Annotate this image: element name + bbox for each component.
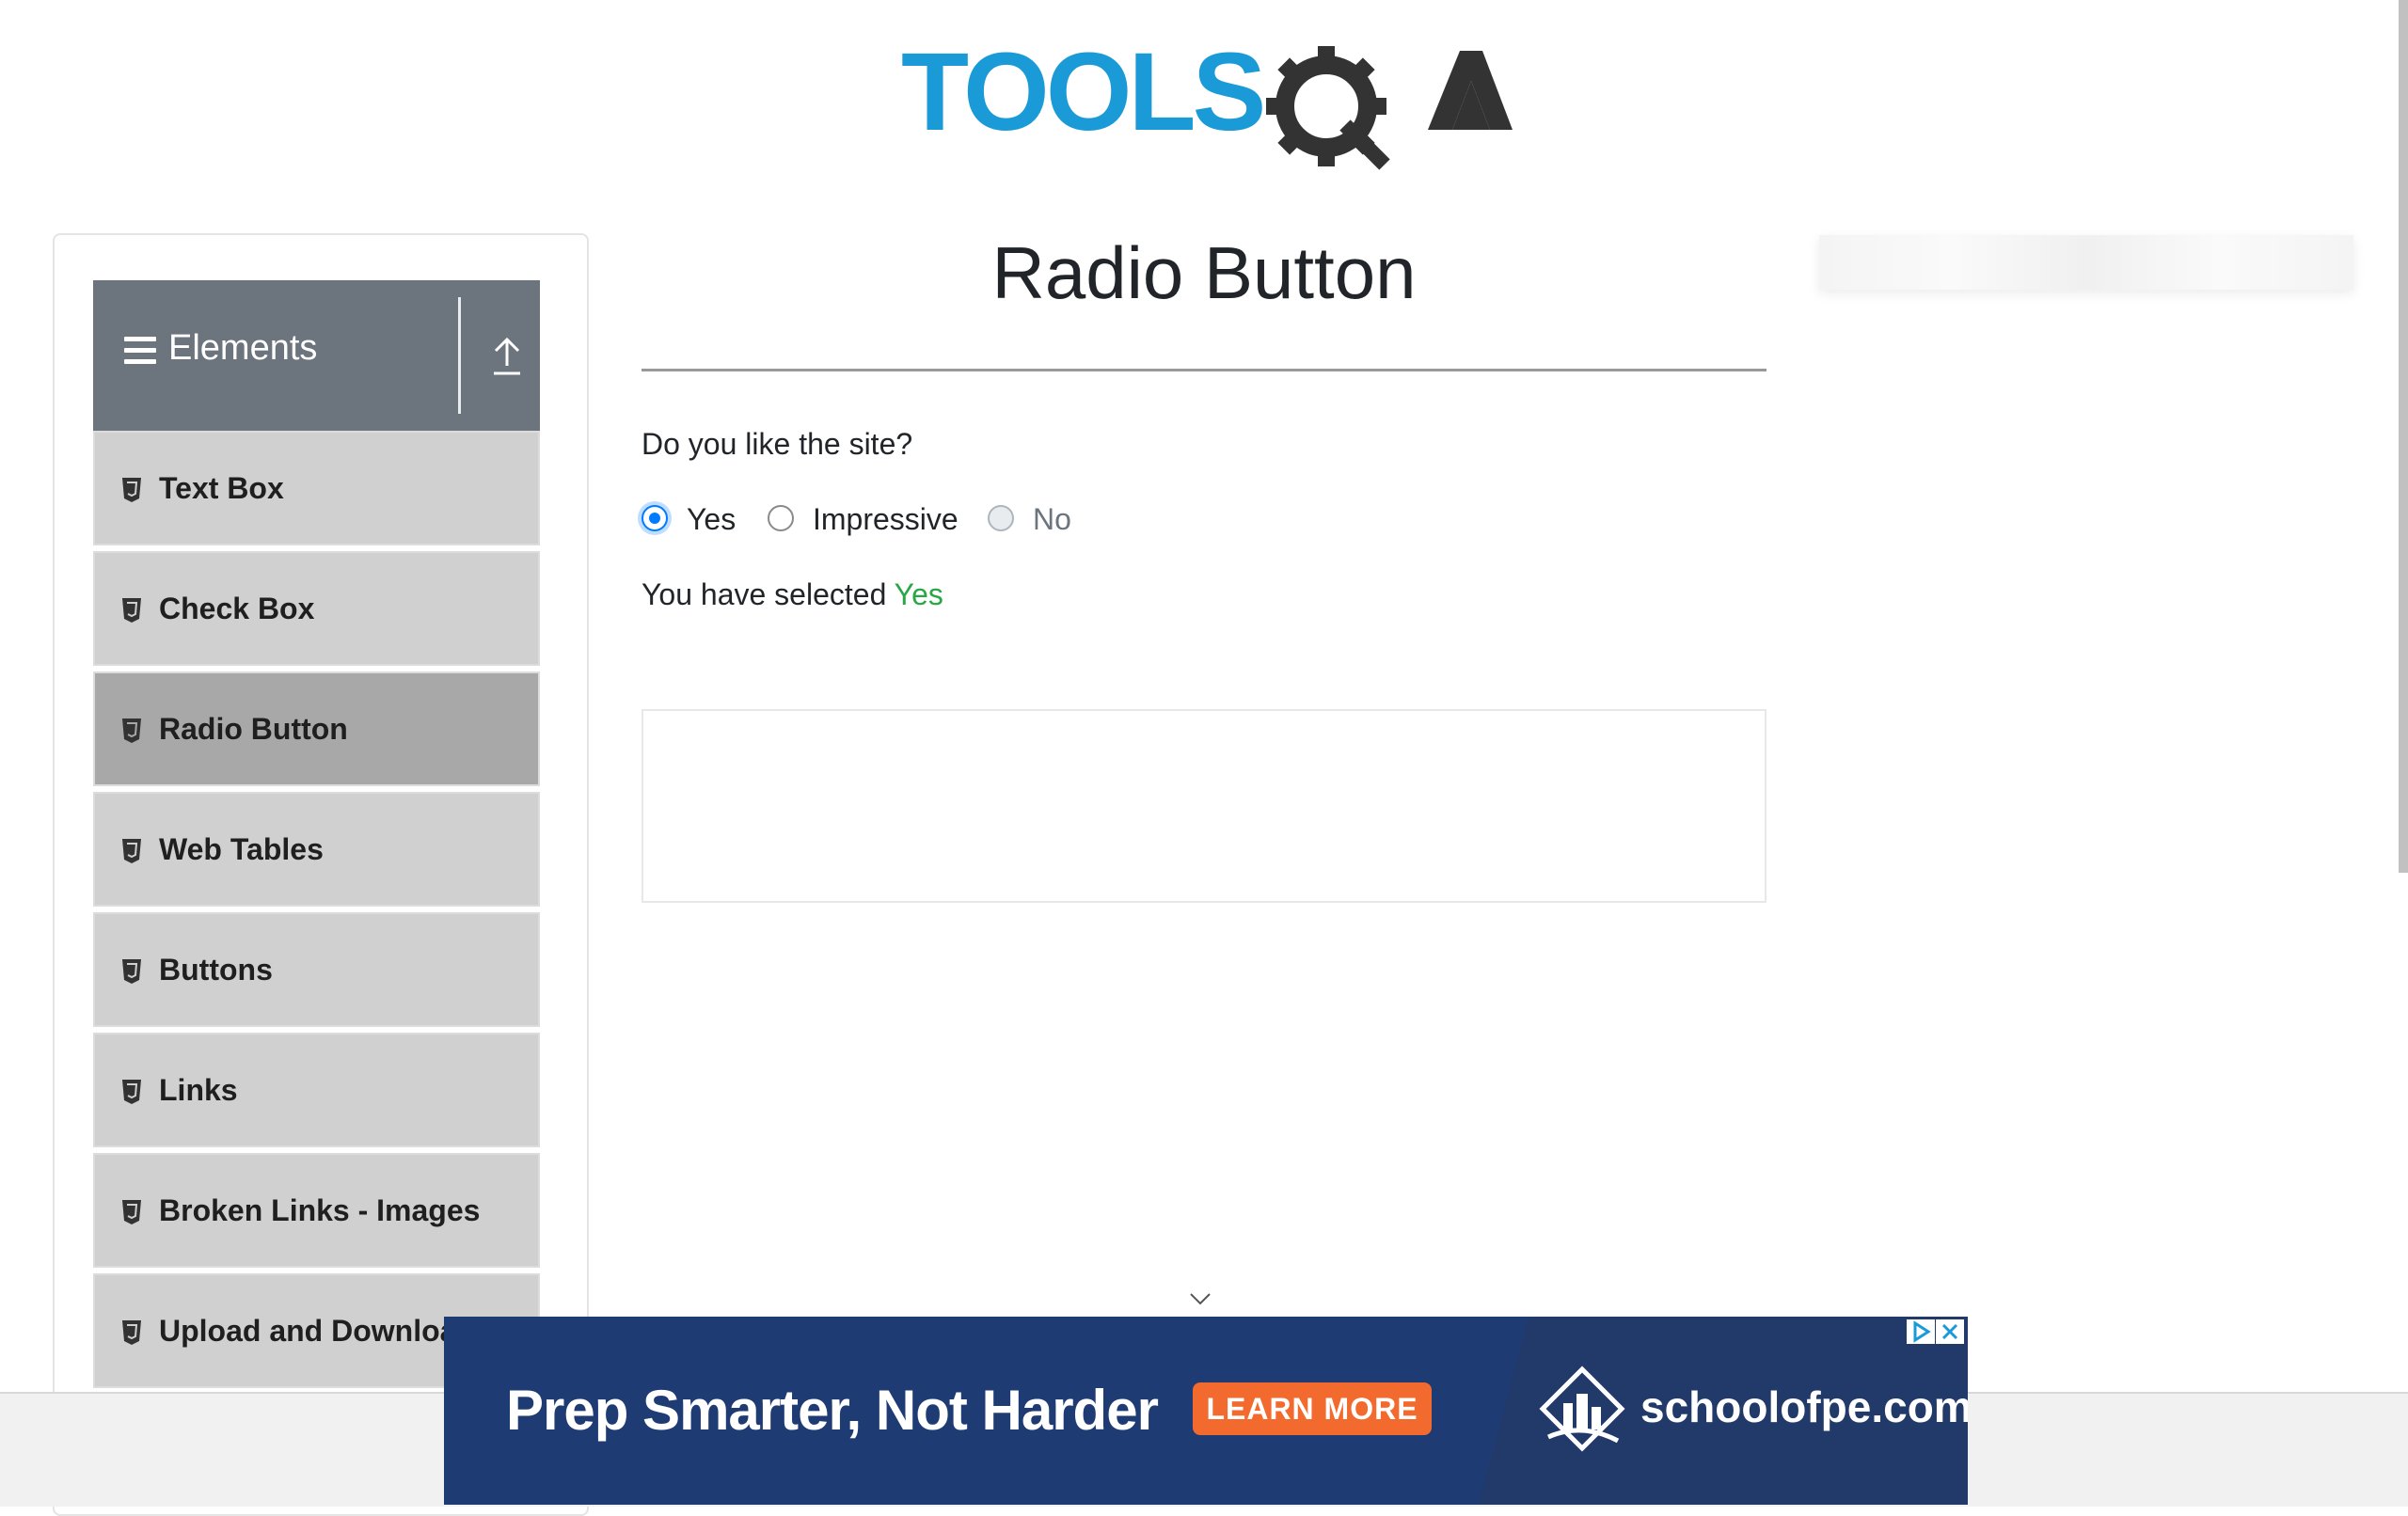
adchoices-icon[interactable] xyxy=(1907,1319,1935,1344)
question-text: Do you like the site? xyxy=(642,427,913,461)
elements-group-header[interactable]: Elements xyxy=(93,280,540,431)
learn-more-button[interactable]: LEARN MORE xyxy=(1193,1382,1432,1435)
radio-no-label: No xyxy=(1033,502,1071,536)
sidebar-item-web-tables[interactable]: Web Tables xyxy=(93,792,540,907)
sidebar-item-label: Broken Links - Images xyxy=(159,1193,481,1227)
sidebar-item-label: Text Box xyxy=(159,471,284,505)
sidebar-item-label: Radio Button xyxy=(159,712,348,746)
selection-result: You have selected Yes xyxy=(642,576,943,613)
html5-icon xyxy=(122,959,141,984)
hamburger-icon xyxy=(124,337,156,365)
sidebar-item-links[interactable]: Links xyxy=(93,1033,540,1147)
html5-icon xyxy=(122,1080,141,1104)
sidebar-item-text-box[interactable]: Text Box xyxy=(93,431,540,545)
banner-domain: schoolofpe.com xyxy=(1640,1382,1968,1431)
sidebar-item-check-box[interactable]: Check Box xyxy=(93,551,540,666)
radio-yes-label[interactable]: Yes xyxy=(687,500,736,538)
page-title: Radio Button xyxy=(991,231,1417,314)
close-icon[interactable] xyxy=(1936,1319,1964,1344)
html5-icon xyxy=(122,478,141,502)
result-prefix: You have selected xyxy=(642,577,887,611)
sidebar-item-label: Buttons xyxy=(159,953,273,987)
chevron-down-icon[interactable] xyxy=(1189,1292,1212,1305)
sidebar-item-label: Upload and Download xyxy=(159,1314,475,1348)
sidebar-menu: Text Box Check Box Radio Button Web Tabl… xyxy=(93,431,540,1394)
banner-headline: Prep Smarter, Not Harder xyxy=(506,1379,1159,1442)
school-building-icon xyxy=(1539,1366,1625,1452)
radio-yes[interactable]: Yes xyxy=(642,500,745,538)
sidebar-item-label: Web Tables xyxy=(159,832,324,866)
html5-icon xyxy=(122,1200,141,1224)
sidebar-item-label: Check Box xyxy=(159,592,315,625)
sidebar-item-buttons[interactable]: Buttons xyxy=(93,912,540,1027)
result-value: Yes xyxy=(894,577,943,611)
radio-no: No xyxy=(988,500,1082,538)
svg-text:TOOLS: TOOLS xyxy=(901,30,1263,154)
ad-loading-placeholder xyxy=(1819,235,2353,290)
sidebar-item-broken-links[interactable]: Broken Links - Images xyxy=(93,1153,540,1268)
radio-impressive[interactable]: Impressive xyxy=(768,500,965,538)
html5-icon xyxy=(122,719,141,743)
sidebar-item-radio-button[interactable]: Radio Button xyxy=(93,671,540,786)
radio-yes-input[interactable] xyxy=(642,505,668,531)
scrollbar-thumb[interactable] xyxy=(2399,0,2408,873)
radio-impressive-input[interactable] xyxy=(768,505,794,531)
group-label: Elements xyxy=(168,328,318,368)
html5-icon xyxy=(122,839,141,863)
html5-icon xyxy=(122,1320,141,1345)
sidebar-item-label: Links xyxy=(159,1073,238,1107)
header-divider xyxy=(458,297,461,414)
toolsqa-logo[interactable]: TOOLS xyxy=(901,28,1513,179)
ad-banner[interactable]: Prep Smarter, Not Harder LEARN MORE scho… xyxy=(444,1317,1968,1505)
title-divider xyxy=(642,369,1766,371)
html5-icon xyxy=(122,598,141,623)
ad-placeholder-box xyxy=(642,709,1766,903)
radio-no-input xyxy=(988,505,1014,531)
radio-impressive-label[interactable]: Impressive xyxy=(813,500,958,538)
collapse-arrow-icon[interactable] xyxy=(488,332,526,379)
